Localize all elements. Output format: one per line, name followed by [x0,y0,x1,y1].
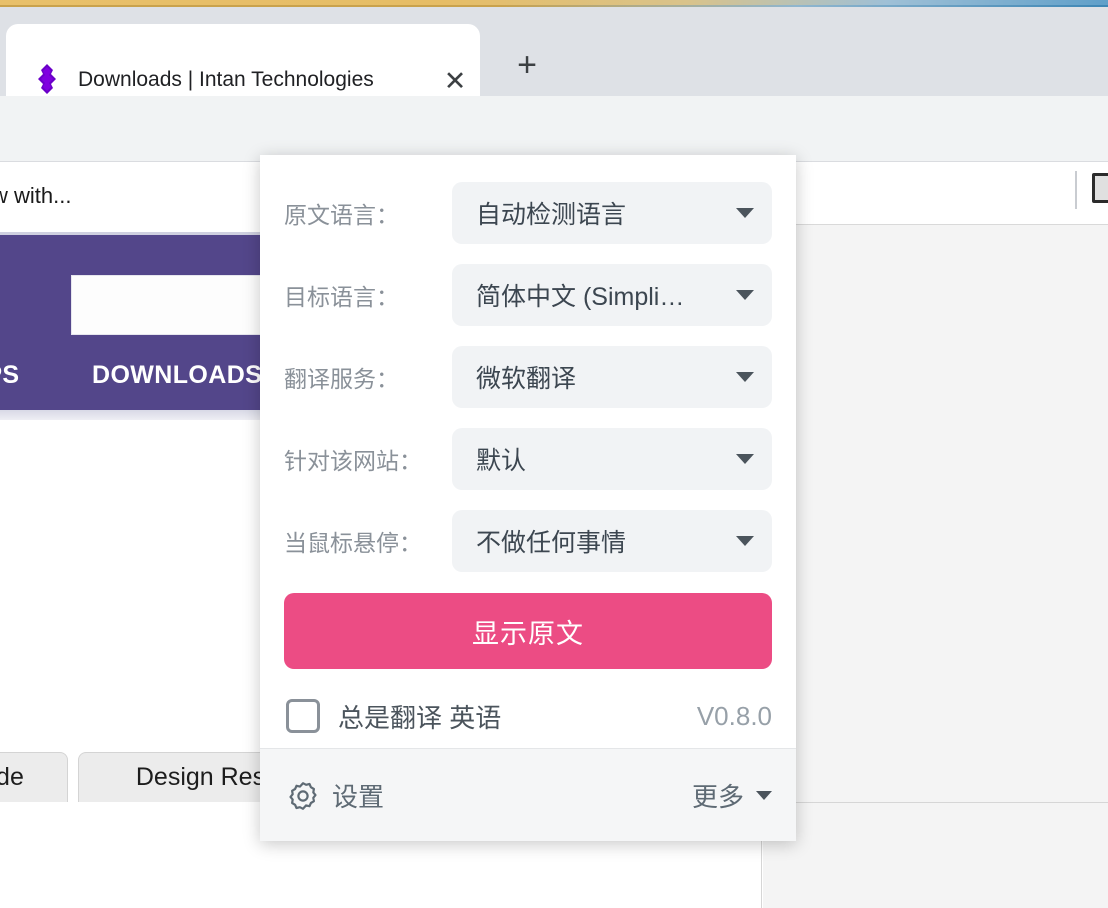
site-setting-label: 针对该网站： [284,448,422,474]
version-label: V0.8.0 [696,700,772,731]
target-language-value: 简体中文 (Simpli… [476,283,685,311]
site-setting-value: 默认 [476,447,527,475]
always-translate-label: 总是翻译 英语 [338,702,502,733]
more-label: 更多 [691,782,744,812]
chevron-down-icon [736,454,754,464]
translate-service-select[interactable]: 微软翻译 [452,346,772,408]
more-button[interactable]: 更多 [692,749,772,842]
always-translate-checkbox[interactable] [286,699,320,733]
hover-action-value: 不做任何事情 [476,529,627,557]
show-original-button[interactable]: 显示原文 [284,593,772,669]
close-icon[interactable]: ✕ [438,64,472,98]
source-language-row: 原文语言： 自动检测语言 [260,182,796,244]
page-doc-tab-ode[interactable]: ode [0,752,68,802]
intan-logo-favicon [34,64,60,94]
site-setting-row: 针对该网站： 默认 [260,428,796,490]
hover-action-select[interactable]: 不做任何事情 [452,510,772,572]
chevron-down-icon [756,791,772,800]
site-nav-link-downloads[interactable]: DOWNLOADS [92,361,262,390]
hover-action-label: 当鼠标悬停： [284,530,422,556]
browser-toolbar: 知 24 中 ┐ ⌘ 1 [0,96,1108,251]
source-language-value: 自动检测语言 [476,201,627,229]
hover-action-row: 当鼠标悬停： 不做任何事情 [260,510,796,572]
source-language-label: 原文语言： [284,202,399,228]
translate-popup: 原文语言： 自动检测语言 目标语言： 简体中文 (Simpli… 翻译服务： 微… [260,155,796,841]
always-translate-row: 总是翻译 英语 V0.8.0 [260,685,796,747]
chevron-down-icon [736,290,754,300]
chevron-down-icon [736,208,754,218]
page-side-panel [763,225,1108,908]
site-setting-select[interactable]: 默认 [452,428,772,490]
site-nav-link-ips[interactable]: IPS [0,361,20,390]
target-language-select[interactable]: 简体中文 (Simpli… [452,264,772,326]
translate-service-value: 微软翻译 [476,365,577,393]
page-document-icon [1092,173,1108,203]
browser-tab[interactable]: Downloads | Intan Technologies ✕ [6,24,480,96]
translate-popup-body: 原文语言： 自动检测语言 目标语言： 简体中文 (Simpli… 翻译服务： 微… [260,155,796,748]
chevron-down-icon [736,536,754,546]
target-language-label: 目标语言： [284,284,399,310]
page-divider [1075,171,1077,209]
translate-popup-footer: 设置 更多 [260,748,796,841]
new-tab-button[interactable]: + [505,45,549,85]
browser-tab-title: Downloads | Intan Technologies [78,68,374,91]
gear-icon [286,779,320,813]
translate-service-row: 翻译服务： 微软翻译 [260,346,796,408]
translate-service-label: 翻译服务： [284,366,399,392]
chevron-down-icon [736,372,754,382]
page-subtext: w with... [0,183,72,208]
source-language-select[interactable]: 自动检测语言 [452,182,772,244]
target-language-row: 目标语言： 简体中文 (Simpli… [260,264,796,326]
settings-label: 设置 [332,782,385,812]
settings-button[interactable]: 设置 [286,749,384,842]
browser-tab-strip: Downloads | Intan Technologies ✕ + [0,7,1108,96]
browser-window: Downloads | Intan Technologies ✕ + 知 24 [0,0,1108,908]
